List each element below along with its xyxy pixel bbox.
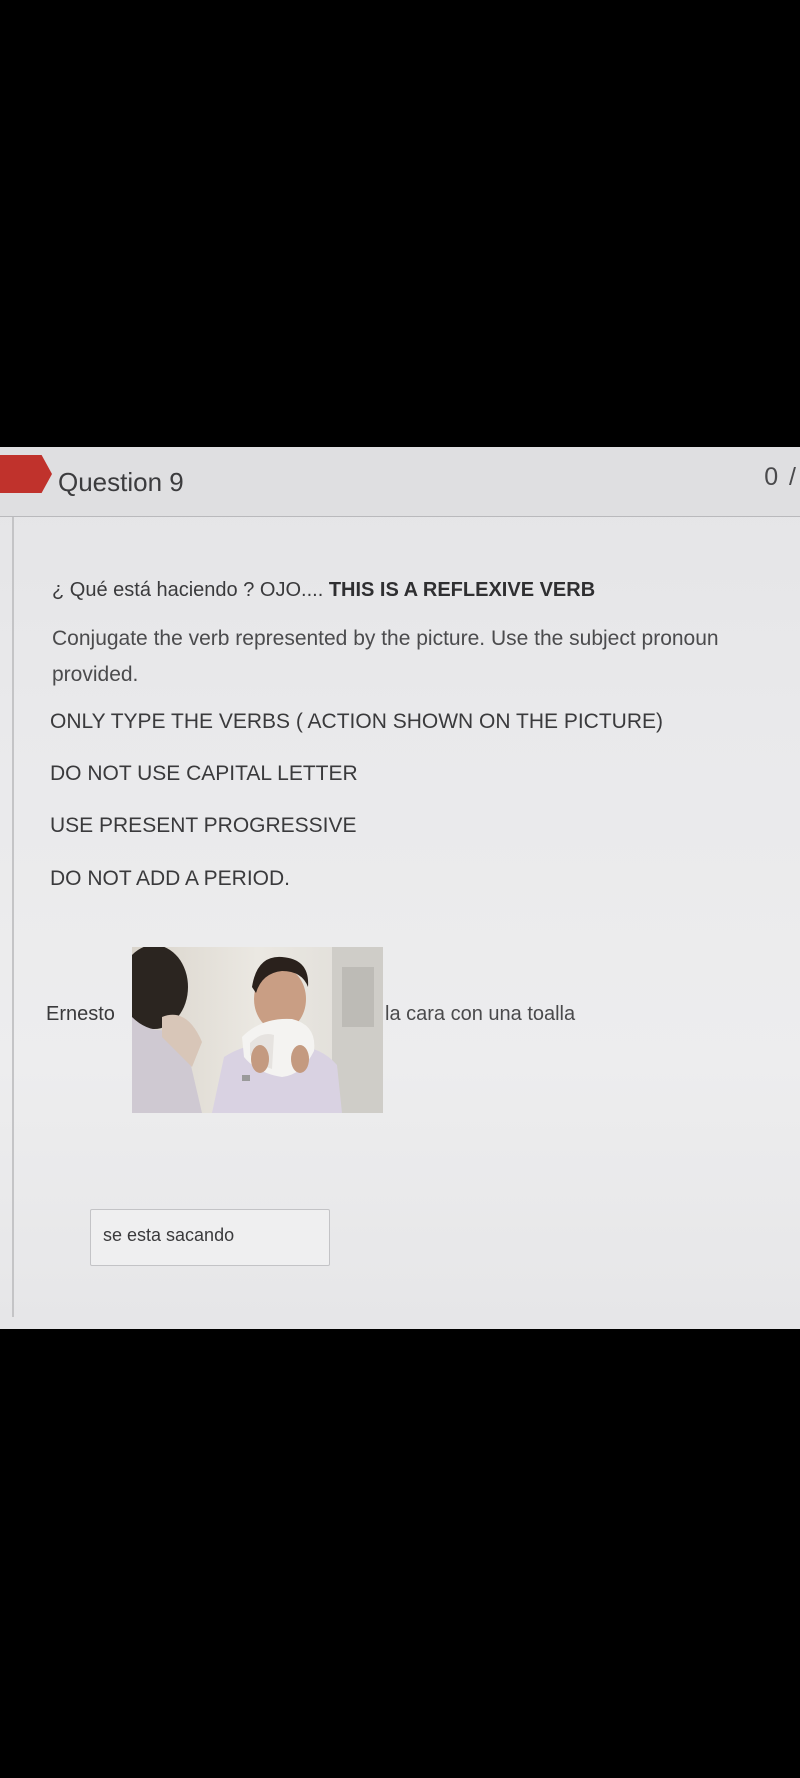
prompt-emphasis: THIS IS A REFLEXIVE VERB xyxy=(328,579,596,601)
quiz-screen: Question 9 0 / ¿ Qué está haciendo ? OJO… xyxy=(0,447,800,1329)
answer-input[interactable]: se esta sacando xyxy=(90,1209,330,1266)
rule-only-verbs: ONLY TYPE THE VERBS ( ACTION SHOWN ON TH… xyxy=(50,710,663,733)
rule-no-period: DO NOT ADD A PERIOD. xyxy=(50,867,291,890)
question-header: Question 9 0 / xyxy=(0,447,800,517)
instruction-line-cont: provided. xyxy=(52,663,139,686)
prompt-question-text: ¿ Qué está haciendo ? OJO.... xyxy=(52,579,329,601)
verb-picture xyxy=(132,947,383,1113)
man-drying-face-illustration xyxy=(132,947,383,1113)
rule-no-capital: DO NOT USE CAPITAL LETTER xyxy=(50,762,358,785)
question-points: 0 / xyxy=(764,463,798,491)
flag-icon[interactable] xyxy=(0,455,52,493)
answer-value: se esta sacando xyxy=(103,1225,235,1245)
instruction-line: Conjugate the verb represented by the pi… xyxy=(52,627,719,650)
rule-present-progressive: USE PRESENT PROGRESSIVE xyxy=(50,814,357,837)
sentence-rest: la cara con una toalla xyxy=(385,1003,576,1025)
question-title: Question 9 xyxy=(58,467,184,497)
question-divider xyxy=(12,517,14,1317)
subject-label: Ernesto xyxy=(46,1003,115,1025)
prompt-heading: ¿ Qué está haciendo ? OJO.... THIS IS A … xyxy=(52,579,595,602)
